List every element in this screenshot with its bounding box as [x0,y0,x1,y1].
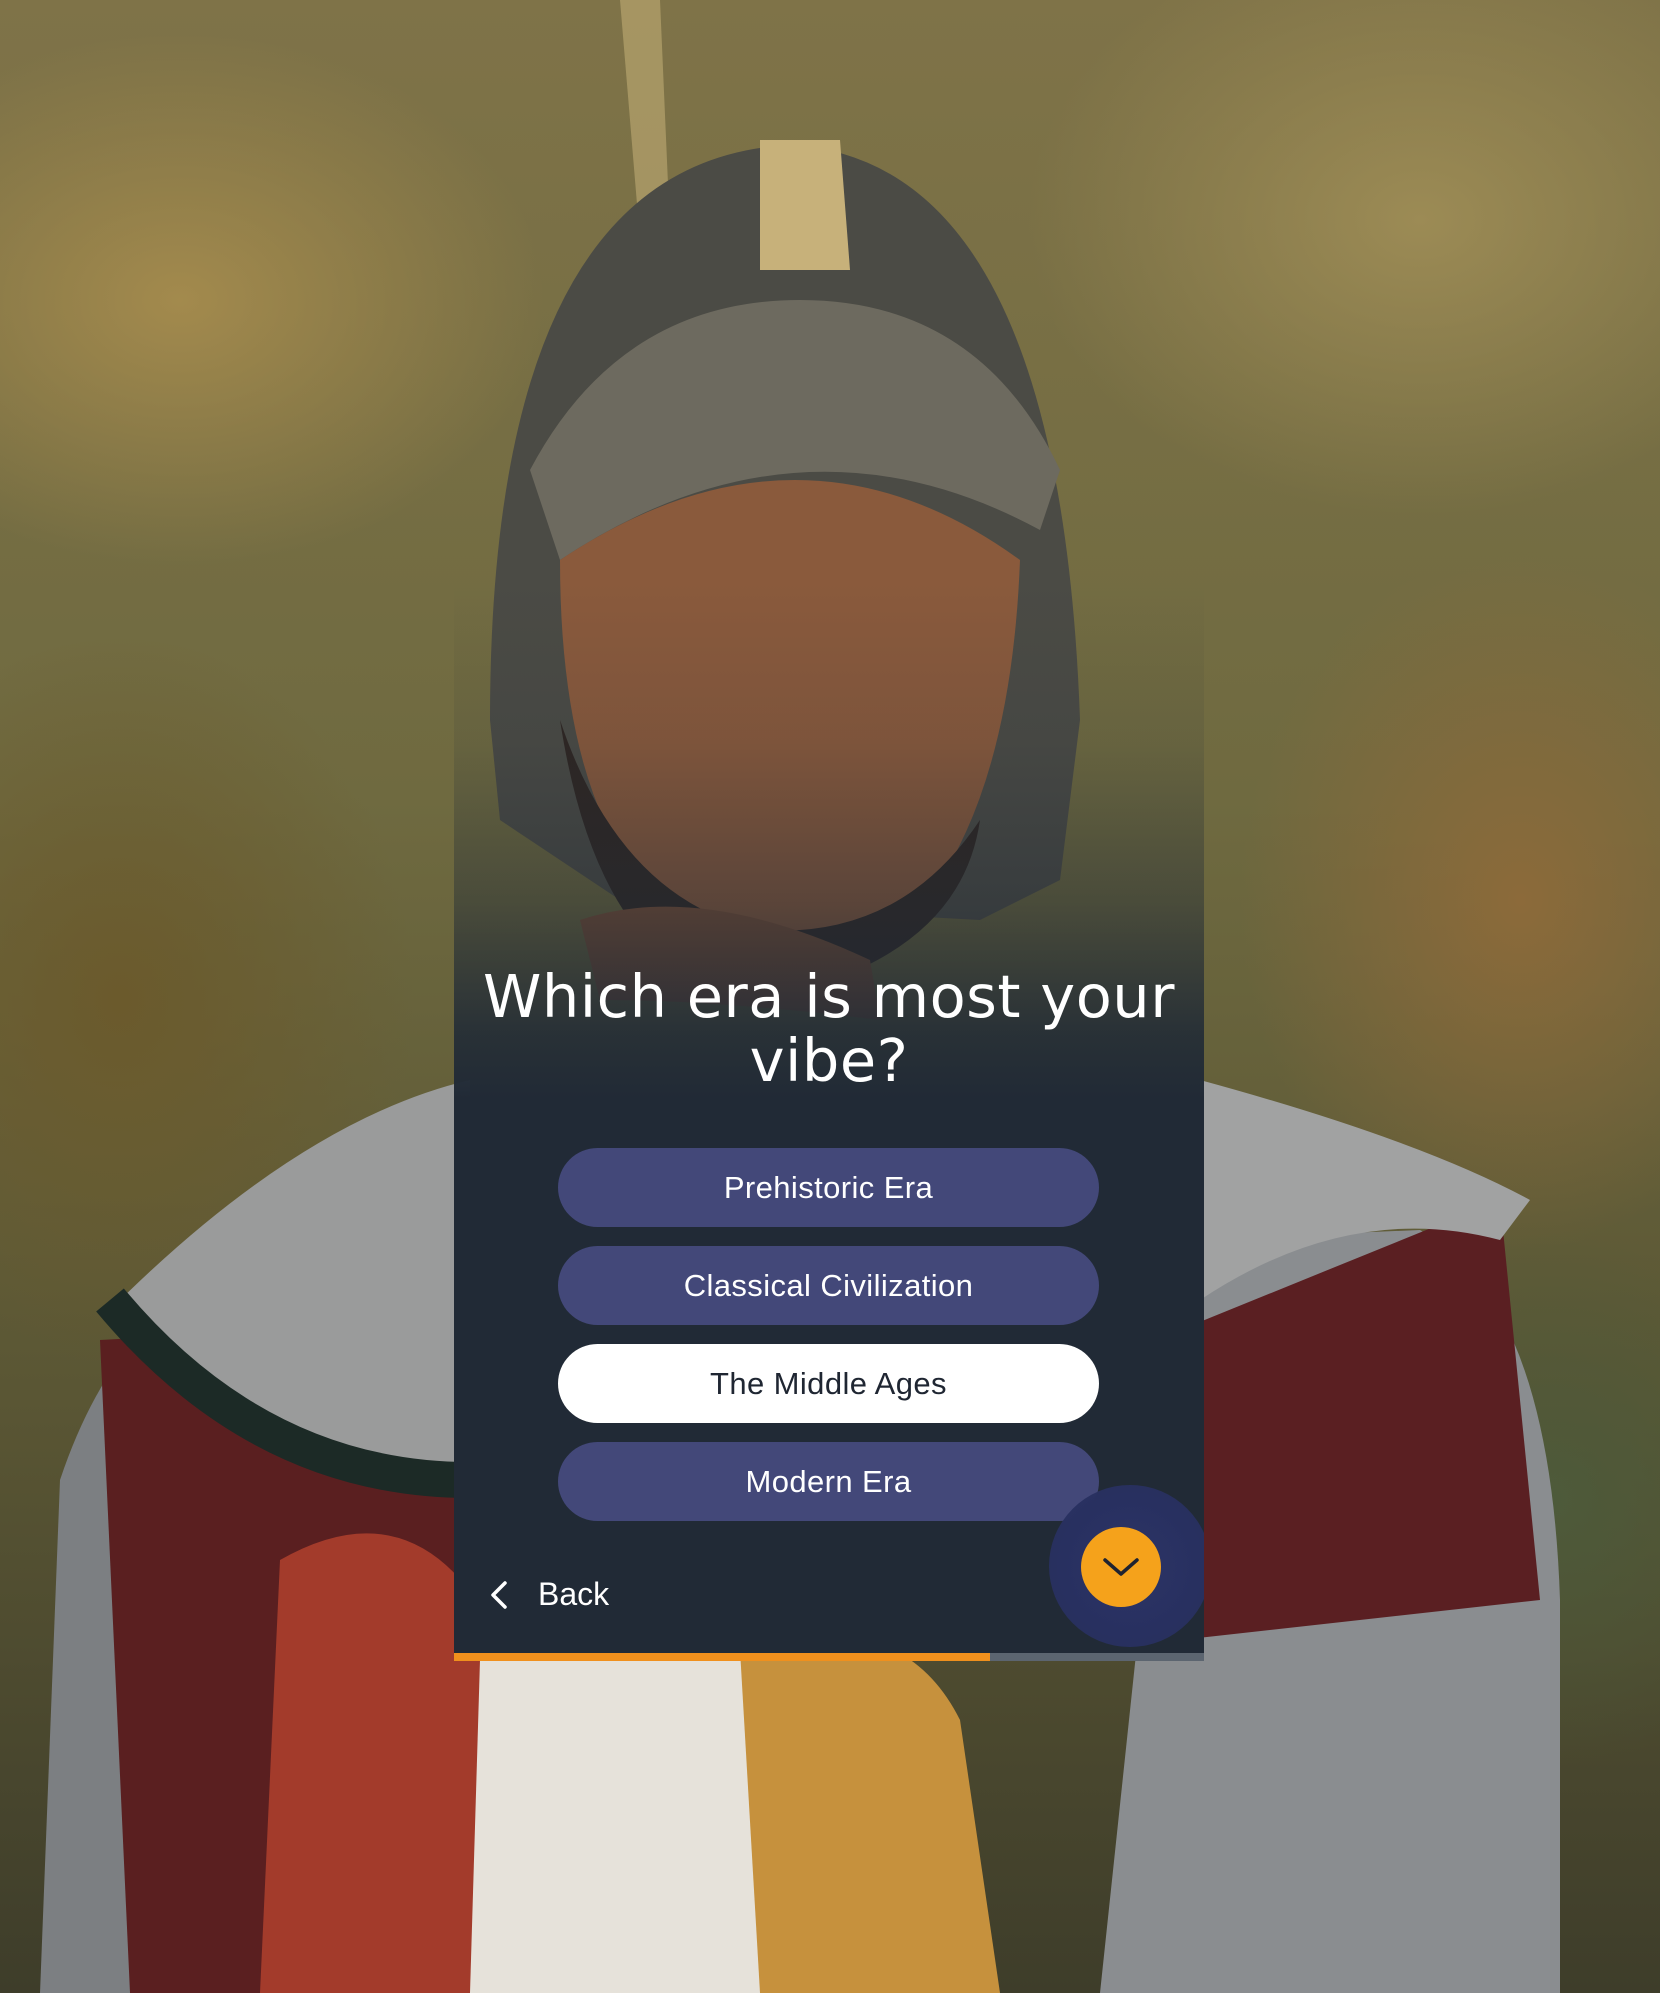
answer-options: Prehistoric Era Classical Civilization T… [558,1148,1099,1540]
option-modern-era[interactable]: Modern Era [558,1442,1099,1521]
progress-fill [454,1653,991,1661]
option-prehistoric-era[interactable]: Prehistoric Era [558,1148,1099,1227]
option-the-middle-ages[interactable]: The Middle Ages [558,1344,1099,1423]
quiz-card: Which era is most your vibe? Prehistoric… [454,580,1204,1661]
back-label: Back [538,1576,610,1612]
chevron-left-icon [491,1580,507,1609]
option-label: The Middle Ages [710,1365,947,1401]
question-title: Which era is most your vibe? [483,962,1175,1095]
chevron-down-icon [1103,1558,1139,1576]
option-label: Prehistoric Era [723,1169,934,1205]
progress-bar [454,1653,1204,1661]
back-button[interactable]: Back [488,1576,609,1613]
option-label: Classical Civilization [683,1267,974,1303]
option-classical-civilization[interactable]: Classical Civilization [558,1246,1099,1325]
next-button[interactable] [1081,1527,1161,1607]
option-label: Modern Era [745,1463,912,1499]
